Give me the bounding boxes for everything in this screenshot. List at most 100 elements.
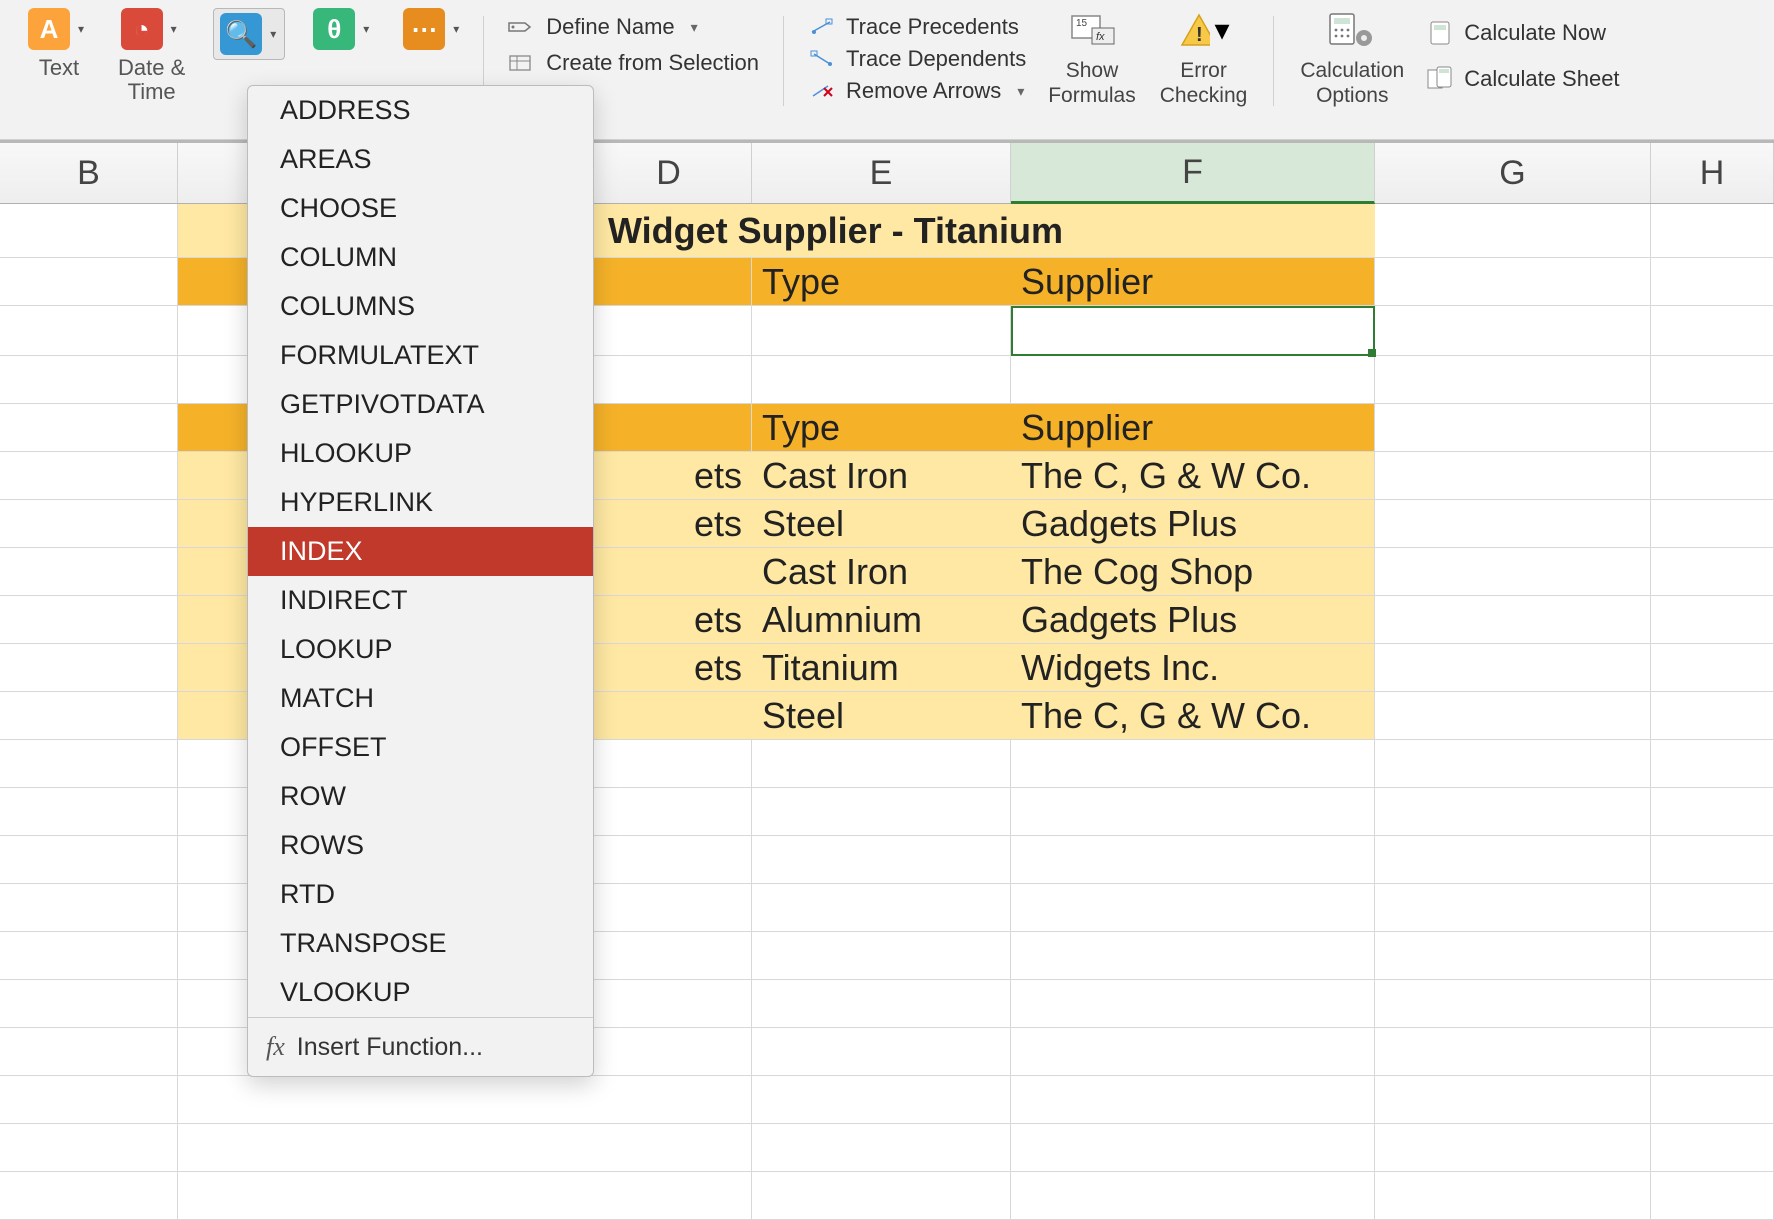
category-label: Date & Time [118,56,185,104]
cell-supplier[interactable]: Gadgets Plus [1011,596,1375,644]
error-checking-group: ! ▾ Error Checking [1148,8,1260,108]
cell-type[interactable]: Steel [752,500,1011,548]
function-item-column[interactable]: COLUMN [248,233,593,282]
cell-supplier[interactable]: Gadgets Plus [1011,500,1375,548]
divider [1273,16,1274,106]
cell-type[interactable]: Cast Iron [752,452,1011,500]
trace-dependents-button[interactable]: Trace Dependents [808,46,1026,72]
function-item-transpose[interactable]: TRANSPOSE [248,919,593,968]
error-checking-label: Error Checking [1160,58,1248,108]
trace-precedents-button[interactable]: Trace Precedents [808,14,1026,40]
calc-group: Calculate Now Calculate Sheet [1416,8,1629,98]
column-header-D[interactable]: D [586,143,752,203]
insert-function-button[interactable]: fx Insert Function... [248,1017,593,1076]
cell-type[interactable]: Alumnium [752,596,1011,644]
more-button[interactable]: ⋯ ▾ [403,8,465,50]
column-header-F[interactable]: F [1011,143,1375,204]
function-item-hlookup[interactable]: HLOOKUP [248,429,593,478]
svg-text:fx: fx [1096,31,1105,43]
header-type-2[interactable]: Type [752,404,1011,452]
calc-options-label: Calculation Options [1300,58,1404,108]
grid-icon [508,53,536,73]
cell-supplier[interactable]: Widgets Inc. [1011,644,1375,692]
ellipsis-icon: ⋯ [403,8,445,50]
insert-function-label: Insert Function... [297,1033,483,1062]
text-icon: A [28,8,70,50]
show-formulas-label: Show Formulas [1048,58,1136,108]
cell-supplier[interactable]: The Cog Shop [1011,548,1375,596]
calculate-now-button[interactable]: Calculate Now [1426,20,1619,46]
function-item-indirect[interactable]: INDIRECT [248,576,593,625]
header-type[interactable]: Type [752,258,1011,306]
function-item-rtd[interactable]: RTD [248,870,593,919]
math-button[interactable]: θ ▾ [313,8,375,50]
cell-type[interactable]: Titanium [752,644,1011,692]
cell-type[interactable]: Steel [752,692,1011,740]
function-item-getpivotdata[interactable]: GETPIVOTDATA [248,380,593,429]
ribbon-category-math: θ ▾ [313,8,375,50]
function-item-choose[interactable]: CHOOSE [248,184,593,233]
header-supplier[interactable]: Supplier [1011,258,1375,306]
chevron-down-icon: ▾ [165,8,183,50]
search-icon: 🔍 [220,13,262,55]
cell-supplier[interactable]: The C, G & W Co. [1011,452,1375,500]
chevron-down-icon: ▾ [1017,83,1024,100]
function-item-offset[interactable]: OFFSET [248,723,593,772]
function-item-row[interactable]: ROW [248,772,593,821]
empty-row [0,1124,1774,1172]
function-item-hyperlink[interactable]: HYPERLINK [248,478,593,527]
chevron-down-icon: ▾ [72,8,90,50]
chevron-down-icon: ▾ [447,8,465,50]
trace-precedents-label: Trace Precedents [846,14,1019,40]
lookup-button[interactable]: 🔍 ▾ [220,13,282,55]
column-header-G[interactable]: G [1375,143,1651,203]
calculate-now-label: Calculate Now [1464,20,1606,46]
calc-options-button[interactable] [1326,8,1378,52]
error-checking-button[interactable]: ! ▾ [1178,8,1230,52]
svg-text:15: 15 [1076,18,1088,29]
column-header-H[interactable]: H [1651,143,1774,203]
function-item-formulatext[interactable]: FORMULATEXT [248,331,593,380]
chevron-down-icon: ▾ [1214,13,1229,48]
column-header-E[interactable]: E [752,143,1011,203]
theta-icon: θ [313,8,355,50]
remove-arrows-label: Remove Arrows [846,78,1001,104]
trace-precedents-icon [808,17,836,37]
column-header-B[interactable]: B [0,143,178,203]
sheet-title: Widget Supplier - Titanium [608,210,1063,252]
trace-dependents-icon [808,49,836,69]
cell-supplier[interactable]: The C, G & W Co. [1011,692,1375,740]
calculator-gear-icon [1326,10,1378,50]
chevron-down-icon: ▾ [264,13,282,55]
text-button[interactable]: A ▾ [28,8,90,50]
calculate-sheet-button[interactable]: Calculate Sheet [1426,66,1619,92]
empty-row [0,1076,1774,1124]
active-cell[interactable] [1011,306,1375,356]
define-name-button[interactable]: Define Name ▾ [508,14,759,40]
chevron-down-icon: ▾ [691,19,698,36]
cell-type[interactable]: Cast Iron [752,548,1011,596]
calculate-sheet-label: Calculate Sheet [1464,66,1619,92]
create-from-selection-button[interactable]: Create from Selection [508,50,759,76]
function-item-address[interactable]: ADDRESS [248,86,593,135]
show-formulas-icon: 15 fx [1066,10,1118,50]
trace-group: Trace Precedents Trace Dependents Remove… [798,8,1036,110]
function-item-columns[interactable]: COLUMNS [248,282,593,331]
calculator-icon [1426,23,1454,43]
function-item-match[interactable]: MATCH [248,674,593,723]
remove-arrows-button[interactable]: Remove Arrows ▾ [808,78,1026,104]
function-item-index[interactable]: INDEX [248,527,593,576]
datetime-button[interactable]: ◔ ▾ [121,8,183,50]
function-item-rows[interactable]: ROWS [248,821,593,870]
function-item-vlookup[interactable]: VLOOKUP [248,968,593,1017]
function-item-lookup[interactable]: LOOKUP [248,625,593,674]
trace-dependents-label: Trace Dependents [846,46,1026,72]
header-supplier-2[interactable]: Supplier [1011,404,1375,452]
empty-row [0,1172,1774,1220]
ribbon-category-text: A ▾ Text [28,8,90,80]
names-group: Define Name ▾ Create from Selection [498,8,769,82]
calculator-sheet-icon [1426,69,1454,89]
function-item-areas[interactable]: AREAS [248,135,593,184]
ribbon-category-lookup: 🔍 ▾ [213,8,285,60]
show-formulas-button[interactable]: 15 fx [1066,8,1118,52]
